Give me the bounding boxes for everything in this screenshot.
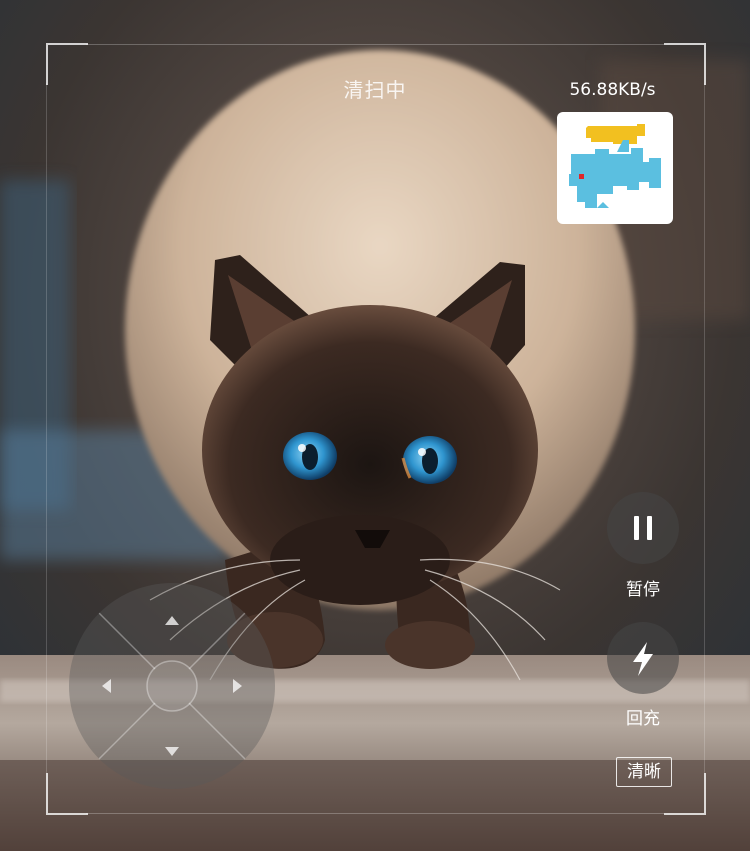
cleaning-status: 清扫中 <box>343 78 407 102</box>
network-speed: 56.88KB/s <box>569 80 656 100</box>
viewfinder-bottom-line <box>86 813 664 814</box>
map-graphic <box>569 124 661 208</box>
viewfinder-left-line <box>46 83 47 773</box>
pause-label: 暂停 <box>626 580 660 600</box>
move-backward-button[interactable] <box>132 724 212 779</box>
cleaning-map-thumbnail[interactable] <box>557 112 673 224</box>
video-quality-button[interactable]: 清晰 <box>616 757 672 787</box>
recharge-button[interactable] <box>607 622 679 694</box>
viewfinder-corner-top-left <box>46 43 88 85</box>
viewfinder-top-line <box>86 44 664 45</box>
recharge-label: 回充 <box>626 709 660 729</box>
direction-pad[interactable] <box>69 583 275 789</box>
turn-left-button[interactable] <box>79 646 134 726</box>
move-forward-button[interactable] <box>132 593 212 648</box>
pause-button[interactable] <box>607 492 679 564</box>
robot-marker <box>579 174 584 179</box>
viewfinder-right-line <box>704 83 705 773</box>
viewfinder-corner-top-right <box>664 43 706 85</box>
turn-right-button[interactable] <box>210 646 265 726</box>
lightning-icon <box>633 642 653 676</box>
